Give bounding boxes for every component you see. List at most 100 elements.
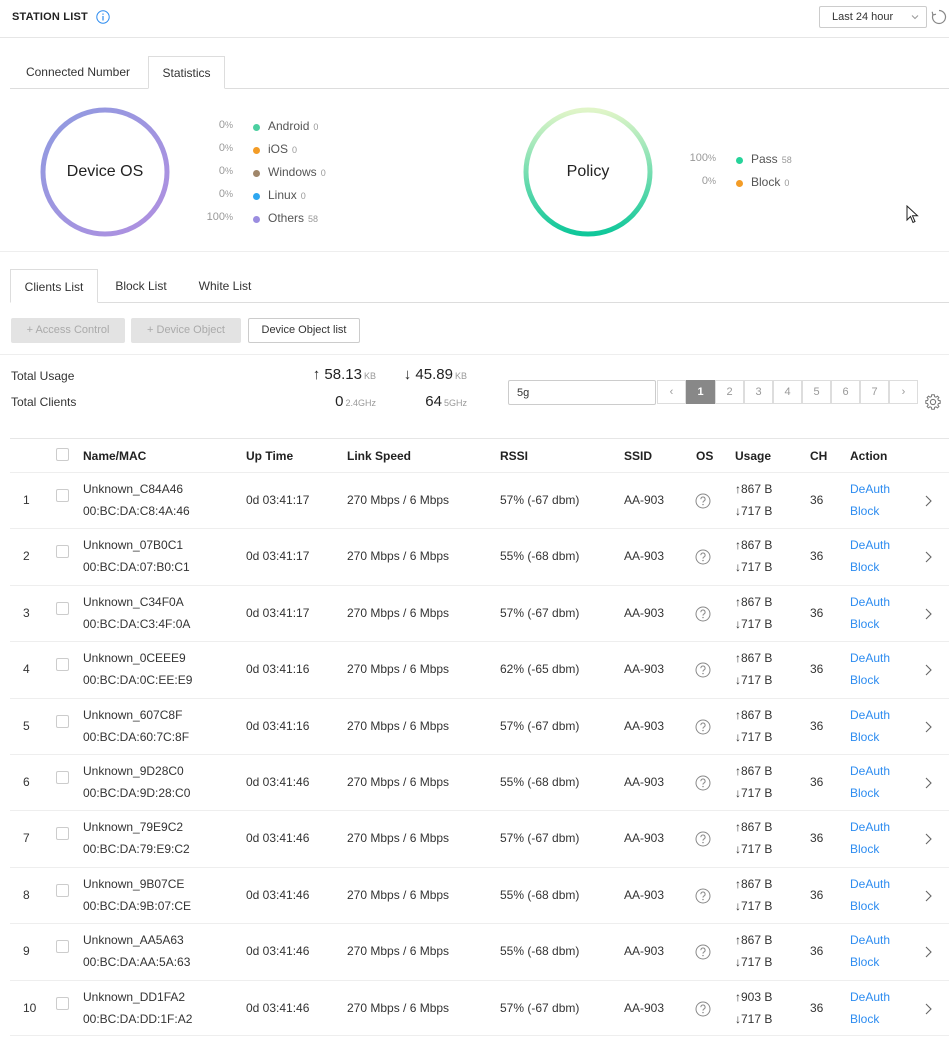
tab-connected-number[interactable]: Connected Number [12,56,144,89]
deauth-link[interactable]: DeAuth [850,820,890,834]
block-link[interactable]: Block [850,673,879,687]
row-checkbox[interactable] [56,770,69,784]
tab-block-list[interactable]: Block List [105,269,177,303]
legend-count: 0 [784,178,790,188]
deauth-link[interactable]: DeAuth [850,990,890,1004]
tab-clients-list[interactable]: Clients List [10,269,98,303]
block-link[interactable]: Block [850,786,879,800]
chevron-right-icon[interactable] [923,832,933,846]
search-input[interactable] [508,380,656,405]
pagination-page-button[interactable]: 2 [715,380,744,404]
deauth-link[interactable]: DeAuth [850,651,890,665]
block-link[interactable]: Block [850,560,879,574]
link-speed: 270 Mbps / 6 Mbps [347,605,450,620]
block-link[interactable]: Block [850,899,879,913]
table-row: 8 Unknown_9B07CE 00:BC:DA:9B:07:CE 0d 03:41… [10,866,949,923]
row-checkbox[interactable] [56,658,69,672]
total-download-unit: KB [454,371,467,381]
row-index: 6 [23,774,30,789]
pagination-page-button[interactable]: 5 [802,380,831,404]
block-link[interactable]: Block [850,730,879,744]
unknown-os-icon [695,888,711,904]
table-row: 2 Unknown_07B0C1 00:BC:DA:07:B0:C1 0d 03:41… [10,528,949,584]
usage-down: ↓717 B [735,1011,773,1026]
pagination-prev-button[interactable]: ‹ [657,380,686,404]
channel: 36 [810,831,824,846]
deauth-link[interactable]: DeAuth [850,708,890,722]
chevron-right-icon[interactable] [923,550,933,564]
block-link[interactable]: Block [850,504,879,518]
row-index: 3 [23,605,30,620]
row-checkbox[interactable] [56,601,69,615]
chevron-right-icon[interactable] [923,776,933,790]
usage-down: ↓717 B [735,673,773,688]
row-checkbox[interactable] [56,940,69,954]
table-row: 7 Unknown_79E9C2 00:BC:DA:79:E9:C2 0d 03:41… [10,810,949,866]
client-name: Unknown_607C8F [83,707,183,722]
col-uptime: Up Time [246,449,294,463]
block-link[interactable]: Block [850,1012,879,1026]
block-link[interactable]: Block [850,955,879,969]
access-control-button[interactable]: + Access Control [11,318,125,343]
time-range-select[interactable]: Last 24 hour [819,6,927,28]
table-row: 9 Unknown_AA5A63 00:BC:DA:AA:5A:63 0d 03:41… [10,923,949,979]
chevron-right-icon[interactable] [923,494,933,508]
deauth-link[interactable]: DeAuth [850,933,890,947]
uptime: 0d 03:41:46 [246,774,310,789]
pagination-page-button[interactable]: 4 [773,380,802,404]
link-speed: 270 Mbps / 6 Mbps [347,774,450,789]
pagination-next-button[interactable]: › [889,380,918,404]
row-checkbox[interactable] [56,714,69,728]
usage-up: ↑867 B [735,933,773,948]
chevron-right-icon[interactable] [923,607,933,621]
chevron-right-icon[interactable] [923,945,933,959]
gear-icon[interactable] [924,393,942,411]
tab-statistics[interactable]: Statistics [148,56,225,89]
client-mac: 00:BC:DA:AA:5A:63 [83,955,191,970]
refresh-icon[interactable] [930,8,948,26]
row-checkbox[interactable] [56,883,69,897]
chevron-right-icon[interactable] [923,1002,933,1016]
chevron-right-icon[interactable] [923,889,933,903]
usage-up: ↑867 B [735,763,773,778]
row-checkbox[interactable] [56,996,69,1010]
block-link[interactable]: Block [850,617,879,631]
deauth-link[interactable]: DeAuth [850,595,890,609]
clients-5ghz: 64 5GHz [380,393,467,410]
client-mac: 00:BC:DA:9B:07:CE [83,898,192,913]
device-object-button[interactable]: + Device Object [131,318,241,343]
info-icon[interactable] [96,10,110,24]
select-all-checkbox[interactable] [56,448,69,461]
deauth-link[interactable]: DeAuth [850,538,890,552]
rssi: 62% (-65 dbm) [500,662,580,677]
ssid: AA-903 [624,662,665,677]
pagination-page-button[interactable]: 6 [831,380,860,404]
deauth-link[interactable]: DeAuth [850,877,890,891]
pagination-page-button[interactable]: 1 [686,380,715,404]
pagination-page-button[interactable]: 7 [860,380,889,404]
deauth-link[interactable]: DeAuth [850,764,890,778]
legend-count: 58 [781,155,792,165]
tab-white-list[interactable]: White List [190,269,260,303]
table-row: 6 Unknown_9D28C0 00:BC:DA:9D:28:C0 0d 03:41… [10,753,949,810]
link-speed: 270 Mbps / 6 Mbps [347,493,450,507]
legend-percent-unit: % [707,153,716,163]
block-link[interactable]: Block [850,842,879,856]
chevron-right-icon[interactable] [923,663,933,677]
ssid: AA-903 [624,605,665,620]
pagination-page-button[interactable]: 3 [744,380,773,404]
device-object-list-button[interactable]: Device Object list [248,318,360,343]
row-checkbox[interactable] [56,545,69,559]
row-checkbox[interactable] [56,489,69,502]
channel: 36 [810,1000,824,1015]
uptime: 0d 03:41:46 [246,1000,310,1015]
ssid: AA-903 [624,1000,665,1015]
row-checkbox[interactable] [56,827,69,841]
legend-percent-unit: % [707,176,716,186]
deauth-link[interactable]: DeAuth [850,482,890,496]
usage-up: ↑867 B [735,820,773,835]
usage-up: ↑867 B [735,538,773,553]
usage-down: ↓717 B [735,955,773,970]
link-speed: 270 Mbps / 6 Mbps [347,662,450,677]
chevron-right-icon[interactable] [923,720,933,734]
